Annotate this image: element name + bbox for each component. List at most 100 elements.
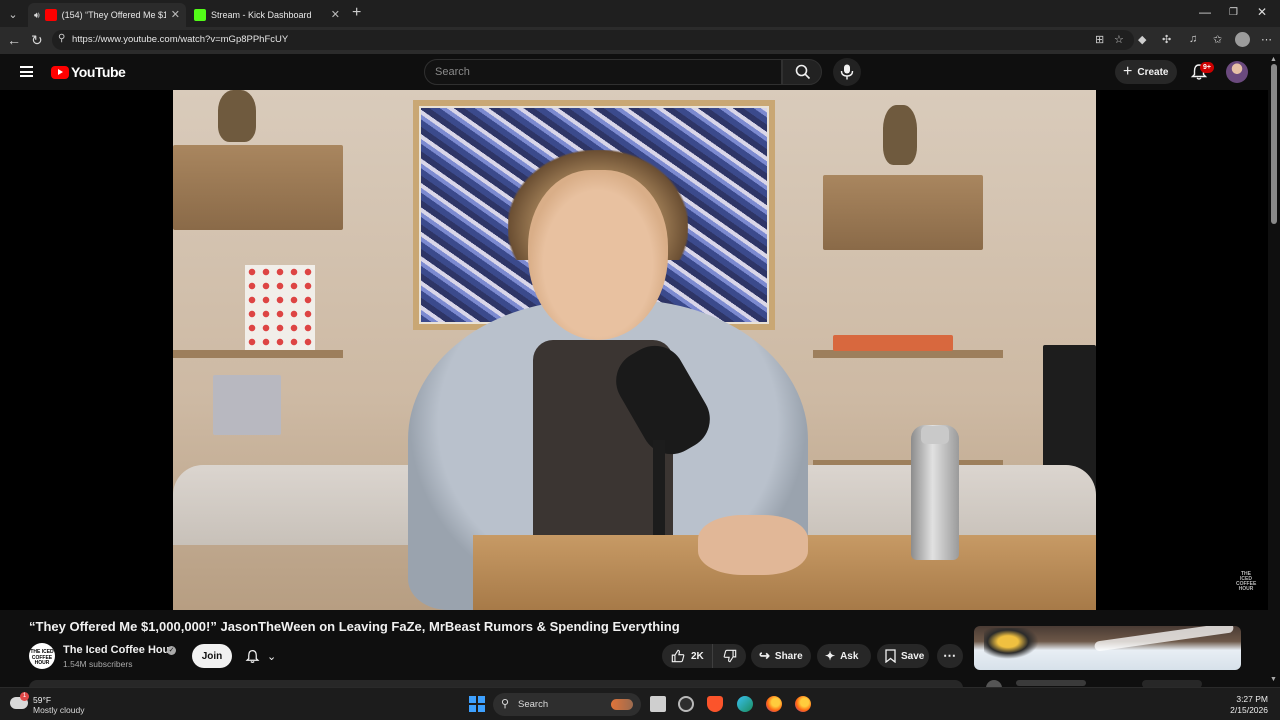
clock-time[interactable]: 3:27 PM (1226, 694, 1268, 704)
recommended-title-placeholder (1016, 680, 1086, 686)
channel-name[interactable]: The Iced Coffee Hour (63, 644, 174, 656)
search-icon (795, 64, 811, 80)
minimize-window-icon[interactable]: — (1199, 5, 1211, 19)
clock-date[interactable]: 2/15/2026 (1218, 705, 1268, 715)
like-dislike-group: 2K (662, 644, 746, 668)
page-scrollbar[interactable]: ▲ ▼ (1268, 54, 1280, 687)
browser-tab-strip: ⌄ 🔊︎ (154) “They Offered Me $1,00 ✕ Stre… (0, 0, 1280, 27)
browser-menu-icon[interactable]: ⋯ (1261, 33, 1272, 46)
brave-browser-icon[interactable] (707, 696, 723, 712)
windows-taskbar: 1 59°F Mostly cloudy ⚲ Search 3:27 PM 2/… (0, 687, 1280, 720)
create-label: Create (1137, 66, 1169, 78)
account-avatar[interactable] (1226, 61, 1248, 83)
windows-start-icon[interactable] (469, 696, 485, 712)
extensions-puzzle-icon[interactable]: ✣ (1162, 33, 1171, 46)
url-text: https://www.youtube.com/watch?v=mGp8PPhF… (72, 34, 289, 45)
shelf (813, 350, 1003, 358)
thumbs-down-icon (723, 649, 736, 663)
scroll-up-arrow-icon[interactable]: ▲ (1270, 56, 1277, 63)
channel-watermark[interactable]: THE ICED COFFEE HOUR (1236, 572, 1256, 592)
verified-check-icon: ✓ (167, 646, 176, 655)
like-button[interactable]: 2K (662, 644, 712, 668)
obs-studio-icon[interactable] (678, 696, 694, 712)
site-info-icon[interactable]: ⚲ (58, 33, 65, 44)
firefighter-figure (984, 628, 1044, 662)
edge-browser-icon[interactable] (737, 696, 753, 712)
wall-cabinet-right (823, 175, 983, 250)
join-button[interactable]: Join (192, 644, 232, 668)
firefox-icon[interactable] (766, 696, 782, 712)
ask-label: Ask (840, 650, 859, 662)
dot-artwork (245, 265, 315, 350)
channel-avatar[interactable]: THE ICED COFFEE HOUR (29, 643, 55, 669)
restore-window-icon[interactable]: ❐ (1229, 7, 1238, 18)
water-spray (1093, 626, 1235, 652)
reload-icon[interactable]: ↻ (31, 32, 43, 49)
search-highlight-icon (611, 699, 633, 710)
video-player[interactable]: THE ICED COFFEE HOUR (0, 90, 1268, 610)
notification-count-badge: 9+ (1200, 62, 1214, 73)
subscriber-count: 1.54M subscribers (63, 659, 133, 669)
close-tab-icon[interactable]: ✕ (331, 8, 340, 21)
wall-cabinet-left (173, 145, 343, 230)
like-count: 2K (691, 650, 704, 662)
taskbar-search[interactable]: ⚲ Search (493, 693, 641, 716)
weather-condition: Mostly cloudy (33, 705, 85, 715)
scrollbar-thumb[interactable] (1271, 64, 1277, 224)
audio-playing-icon[interactable]: 🔊︎ (34, 10, 40, 21)
tab-youtube-video[interactable]: 🔊︎ (154) “They Offered Me $1,00 ✕ (28, 3, 186, 27)
more-actions-button[interactable]: ⋯ (937, 644, 963, 668)
task-view-icon[interactable] (650, 696, 666, 712)
books (833, 335, 953, 351)
share-button[interactable]: ↪ Share (751, 644, 811, 668)
save-button[interactable]: Save (877, 644, 929, 668)
youtube-logo-text: YouTube (71, 64, 126, 80)
back-arrow-icon[interactable]: ← (7, 32, 21, 48)
recommended-video-thumbnail[interactable] (974, 626, 1241, 670)
tab-title: (154) “They Offered Me $1,00 (61, 10, 166, 20)
shelf (173, 350, 343, 358)
tab-actions-menu-icon[interactable]: ⌄ (4, 5, 22, 23)
vase (218, 90, 256, 142)
weather-widget[interactable]: 1 59°F Mostly cloudy (10, 692, 120, 716)
weather-temperature: 59°F (33, 695, 52, 705)
microphone-icon (840, 64, 854, 80)
favorite-star-icon[interactable]: ☆ (1114, 33, 1124, 46)
share-arrow-icon: ↪ (759, 648, 770, 663)
close-window-icon[interactable]: ✕ (1257, 5, 1267, 19)
scroll-down-arrow-icon[interactable]: ▼ (1270, 676, 1277, 683)
ask-button[interactable]: ✦ Ask (817, 644, 871, 668)
search-icon: ⚲ (501, 698, 510, 710)
menu-hamburger-icon[interactable] (20, 66, 33, 77)
address-bar[interactable]: ⚲ https://www.youtube.com/watch?v=mGp8PP… (52, 30, 1134, 50)
extension-diamond-icon[interactable]: ◆ (1138, 33, 1146, 46)
weather-alert-badge: 1 (20, 692, 29, 701)
app-available-icon[interactable]: ⊞ (1095, 33, 1104, 46)
tab-title: Stream - Kick Dashboard (211, 10, 312, 20)
subscription-notifications-button[interactable]: ⌄ (240, 644, 286, 668)
search-button[interactable] (782, 59, 822, 85)
profile-icon[interactable] (1235, 32, 1250, 47)
firefox-icon[interactable] (795, 696, 811, 712)
new-tab-plus-icon[interactable]: + (352, 4, 361, 22)
youtube-logo[interactable]: YouTube (51, 64, 126, 80)
tab-kick-dashboard[interactable]: Stream - Kick Dashboard ✕ (188, 3, 346, 27)
chevron-down-icon: ⌄ (267, 650, 277, 663)
video-title: “They Offered Me $1,000,000!” JasonTheWe… (29, 619, 680, 634)
voice-search-button[interactable] (833, 58, 861, 86)
video-frame[interactable] (173, 90, 1096, 610)
vase (883, 105, 917, 165)
youtube-play-logo-icon (51, 65, 69, 79)
browser-essentials-icon[interactable]: ♫ (1189, 33, 1197, 45)
close-tab-icon[interactable]: ✕ (171, 8, 180, 21)
dislike-button[interactable] (712, 644, 746, 668)
person-face (528, 170, 668, 340)
aluminum-bottle (911, 425, 959, 560)
create-button[interactable]: + Create (1115, 60, 1177, 84)
bell-icon (245, 649, 260, 663)
bookmark-icon (885, 649, 896, 663)
save-label: Save (901, 650, 925, 662)
favorites-icon[interactable]: ✩ (1213, 33, 1222, 46)
storage-box (213, 375, 281, 435)
search-input[interactable] (435, 66, 735, 78)
